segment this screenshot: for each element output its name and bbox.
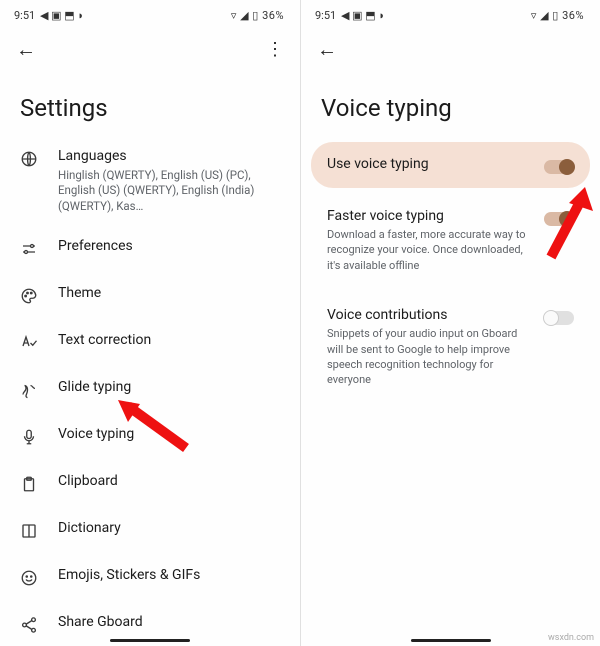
- settings-row-emojis-stickers-gifs[interactable]: Emojis, Stickers & GIFs: [0, 554, 300, 601]
- more-icon[interactable]: ⋮: [266, 39, 284, 60]
- globe-icon: [18, 148, 40, 170]
- row-sub: Hinglish (QWERTY), English (US) (PC), En…: [58, 168, 282, 215]
- option-title: Faster voice typing: [327, 208, 534, 224]
- status-bar: 9:51 ◀ ▣ ⬒ ◗ ▿ ◢ ▯ 36%: [301, 0, 600, 26]
- clipboard-icon: [18, 473, 40, 495]
- row-label: Glide typing: [58, 378, 282, 397]
- settings-pane: 9:51 ◀ ▣ ⬒ ◗ ▿ ◢ ▯ 36% ← ⋮ Settings Lang…: [0, 0, 300, 646]
- gesture-icon: [18, 379, 40, 401]
- palette-icon: [18, 285, 40, 307]
- row-label: Voice typing: [58, 425, 282, 444]
- row-label: Dictionary: [58, 519, 282, 538]
- status-time: 9:51: [14, 9, 35, 22]
- settings-row-text-correction[interactable]: Text correction: [0, 319, 300, 366]
- status-left-icons: ◀ ▣ ⬒ ◗: [40, 9, 84, 22]
- watermark: wsxdn.com: [548, 633, 594, 643]
- nav-bar[interactable]: [110, 639, 190, 642]
- sliders-icon: [18, 238, 40, 260]
- book-icon: [18, 520, 40, 542]
- share-icon: [18, 614, 40, 636]
- row-label: Preferences: [58, 237, 282, 256]
- page-title: Voice typing: [301, 70, 600, 136]
- row-label: Languages: [58, 147, 282, 166]
- emoji-icon: [18, 567, 40, 589]
- status-bar: 9:51 ◀ ▣ ⬒ ◗ ▿ ◢ ▯ 36%: [0, 0, 300, 26]
- page-title: Settings: [0, 70, 300, 136]
- option-voice-contributions[interactable]: Voice contributions Snippets of your audi…: [311, 293, 590, 402]
- settings-row-theme[interactable]: Theme: [0, 272, 300, 319]
- spell-icon: [18, 332, 40, 354]
- back-icon[interactable]: ←: [16, 39, 36, 59]
- option-faster-voice-typing[interactable]: Faster voice typing Download a faster, mo…: [311, 194, 590, 287]
- nav-bar[interactable]: [411, 639, 491, 642]
- row-label: Text correction: [58, 331, 282, 350]
- status-right: ▿ ◢ ▯ 36%: [531, 9, 584, 22]
- status-right: ▿ ◢ ▯ 36%: [231, 9, 284, 22]
- voice-typing-options: Use voice typing Faster voice typing Downl…: [301, 142, 600, 402]
- settings-row-clipboard[interactable]: Clipboard: [0, 460, 300, 507]
- settings-row-preferences[interactable]: Preferences: [0, 225, 300, 272]
- settings-list: Languages Hinglish (QWERTY), English (US)…: [0, 136, 300, 646]
- back-icon[interactable]: ←: [317, 39, 337, 59]
- toggle-switch[interactable]: [544, 311, 574, 325]
- settings-row-glide-typing[interactable]: Glide typing: [0, 366, 300, 413]
- settings-row-dictionary[interactable]: Dictionary: [0, 507, 300, 554]
- status-left-icons: ◀ ▣ ⬒ ◗: [341, 9, 385, 22]
- row-label: Emojis, Stickers & GIFs: [58, 566, 282, 585]
- mic-icon: [18, 426, 40, 448]
- option-use-voice-typing[interactable]: Use voice typing: [311, 142, 590, 188]
- row-label: Theme: [58, 284, 282, 303]
- row-label: Share Gboard: [58, 613, 282, 632]
- settings-row-languages[interactable]: Languages Hinglish (QWERTY), English (US)…: [0, 136, 300, 225]
- voice-typing-pane: 9:51 ◀ ▣ ⬒ ◗ ▿ ◢ ▯ 36% ← Voice typing Us…: [300, 0, 600, 646]
- settings-row-voice-typing[interactable]: Voice typing: [0, 413, 300, 460]
- status-time: 9:51: [315, 9, 336, 22]
- option-sub: Snippets of your audio input on Gboard w…: [327, 326, 534, 388]
- row-label: Clipboard: [58, 472, 282, 491]
- toggle-switch[interactable]: [544, 160, 574, 174]
- toggle-switch[interactable]: [544, 212, 574, 226]
- option-sub: Download a faster, more accurate way to …: [327, 227, 534, 273]
- option-title: Voice contributions: [327, 307, 534, 323]
- option-title: Use voice typing: [327, 156, 534, 172]
